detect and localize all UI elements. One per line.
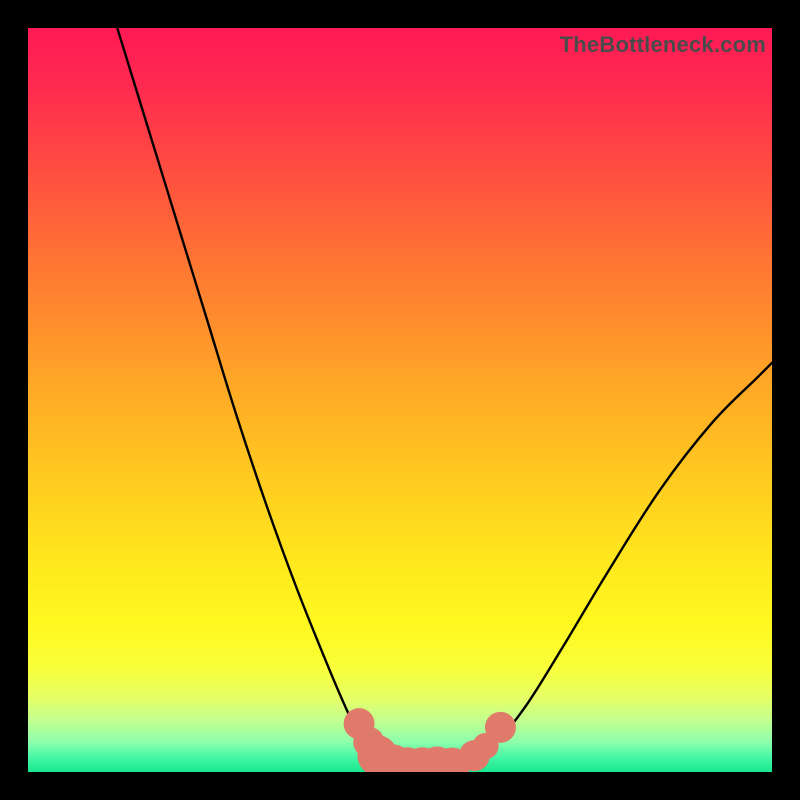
- curve-group: [117, 28, 772, 771]
- chart-overlay: [28, 28, 772, 772]
- plot-area: TheBottleneck.com: [28, 28, 772, 772]
- bottleneck-curve: [117, 28, 772, 771]
- marker-group: [344, 708, 516, 772]
- chart-stage: TheBottleneck.com: [0, 0, 800, 800]
- marker-dot: [485, 712, 516, 743]
